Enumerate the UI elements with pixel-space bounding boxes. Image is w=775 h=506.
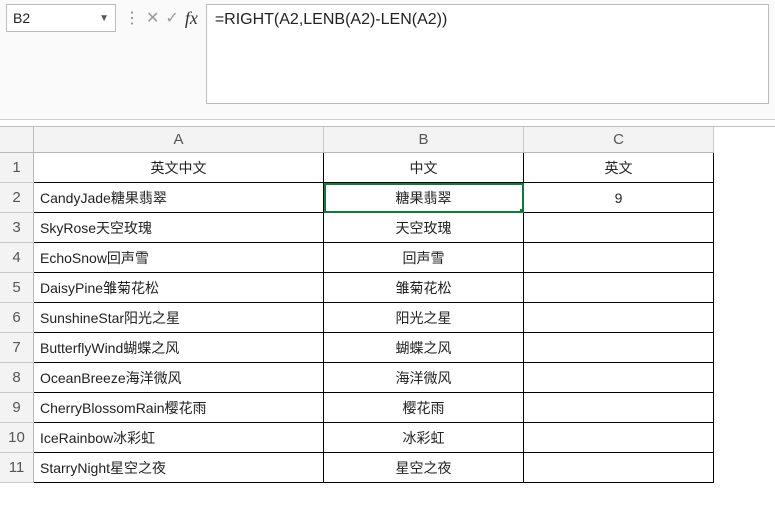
formula-input[interactable]: =RIGHT(A2,LENB(A2)-LEN(A2)) <box>206 4 769 104</box>
cell-A7[interactable]: ButterflyWind蝴蝶之风 <box>34 333 324 363</box>
cell-A4[interactable]: EchoSnow回声雪 <box>34 243 324 273</box>
row-header[interactable]: 5 <box>0 273 34 303</box>
formula-bar-area: B2 ▼ ⋮ ✕ ✓ fx =RIGHT(A2,LENB(A2)-LEN(A2)… <box>0 0 775 120</box>
cell-A9[interactable]: CherryBlossomRain樱花雨 <box>34 393 324 423</box>
spreadsheet-grid[interactable]: A B C 1 英文中文 中文 英文 2 CandyJade糖果翡翠 糖果翡翠 … <box>0 126 775 483</box>
row-header[interactable]: 6 <box>0 303 34 333</box>
cell-A6[interactable]: SunshineStar阳光之星 <box>34 303 324 333</box>
col-header-B[interactable]: B <box>324 127 524 153</box>
row-header[interactable]: 1 <box>0 153 34 183</box>
name-box[interactable]: B2 ▼ <box>6 4 116 32</box>
chevron-down-icon[interactable]: ▼ <box>99 13 109 24</box>
cell-C11[interactable] <box>524 453 714 483</box>
cell-B8[interactable]: 海洋微风 <box>324 363 524 393</box>
cell-C1[interactable]: 英文 <box>524 153 714 183</box>
cell-A5[interactable]: DaisyPine雏菊花松 <box>34 273 324 303</box>
cell-A1[interactable]: 英文中文 <box>34 153 324 183</box>
cell-C8[interactable] <box>524 363 714 393</box>
col-header-C[interactable]: C <box>524 127 714 153</box>
cell-A10[interactable]: IceRainbow冰彩虹 <box>34 423 324 453</box>
vertical-dots-icon: ⋮ <box>124 8 140 28</box>
name-box-value: B2 <box>13 10 30 26</box>
enter-icon[interactable]: ✓ <box>165 8 178 28</box>
cell-C4[interactable] <box>524 243 714 273</box>
cell-A8[interactable]: OceanBreeze海洋微风 <box>34 363 324 393</box>
cell-C9[interactable] <box>524 393 714 423</box>
cell-B3[interactable]: 天空玫瑰 <box>324 213 524 243</box>
row-header[interactable]: 9 <box>0 393 34 423</box>
cell-C7[interactable] <box>524 333 714 363</box>
row-header[interactable]: 7 <box>0 333 34 363</box>
cell-B7[interactable]: 蝴蝶之风 <box>324 333 524 363</box>
row-header[interactable]: 3 <box>0 213 34 243</box>
col-header-A[interactable]: A <box>34 127 324 153</box>
select-all-corner[interactable] <box>0 127 34 153</box>
row-header[interactable]: 2 <box>0 183 34 213</box>
cancel-icon[interactable]: ✕ <box>146 8 159 28</box>
cell-A2[interactable]: CandyJade糖果翡翠 <box>34 183 324 213</box>
cell-C5[interactable] <box>524 273 714 303</box>
formula-bar-buttons: ⋮ ✕ ✓ fx <box>124 4 198 32</box>
row-header[interactable]: 10 <box>0 423 34 453</box>
cell-A3[interactable]: SkyRose天空玫瑰 <box>34 213 324 243</box>
formula-text: =RIGHT(A2,LENB(A2)-LEN(A2)) <box>215 11 448 28</box>
cell-B11[interactable]: 星空之夜 <box>324 453 524 483</box>
cell-B2[interactable]: 糖果翡翠 <box>324 183 524 213</box>
row-header[interactable]: 8 <box>0 363 34 393</box>
cell-B6[interactable]: 阳光之星 <box>324 303 524 333</box>
cell-B9[interactable]: 樱花雨 <box>324 393 524 423</box>
fx-icon[interactable]: fx <box>185 8 198 29</box>
cell-C2[interactable]: 9 <box>524 183 714 213</box>
cell-C10[interactable] <box>524 423 714 453</box>
cell-C6[interactable] <box>524 303 714 333</box>
cell-B5[interactable]: 雏菊花松 <box>324 273 524 303</box>
cell-B1[interactable]: 中文 <box>324 153 524 183</box>
cell-A11[interactable]: StarryNight星空之夜 <box>34 453 324 483</box>
row-header[interactable]: 11 <box>0 453 34 483</box>
cell-C3[interactable] <box>524 213 714 243</box>
row-header[interactable]: 4 <box>0 243 34 273</box>
cell-B4[interactable]: 回声雪 <box>324 243 524 273</box>
cell-B10[interactable]: 冰彩虹 <box>324 423 524 453</box>
